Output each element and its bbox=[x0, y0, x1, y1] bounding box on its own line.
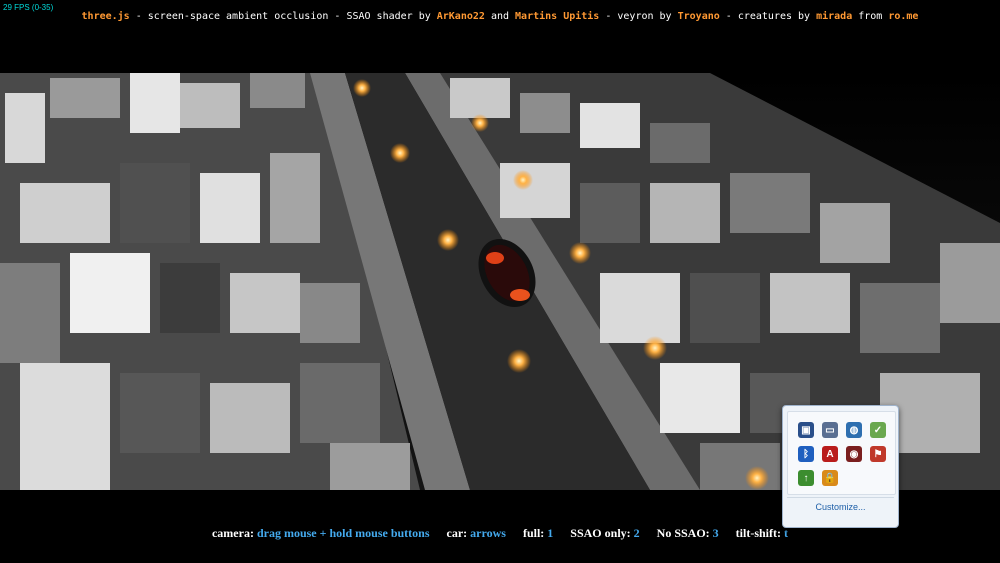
ssao-only-value: 2 bbox=[633, 526, 640, 540]
customize-link[interactable]: Customize... bbox=[783, 502, 898, 512]
camera-label: camera: bbox=[211, 526, 257, 540]
threejs-link[interactable]: three.js bbox=[82, 11, 130, 22]
flag-icon[interactable]: ⚑ bbox=[870, 446, 886, 462]
tray-icon-grid: ▣ ▭ ◍ ✓ ᛒ A ◉ ⚑ ↑ 🔒 bbox=[798, 422, 894, 486]
tilt-shift-label: tilt-shift: bbox=[735, 526, 784, 540]
martins-upitis-link[interactable]: Martins Upitis bbox=[515, 11, 599, 22]
arkano22-link[interactable]: ArKano22 bbox=[437, 11, 485, 22]
adobe-icon[interactable]: A bbox=[822, 446, 838, 462]
ssao-only-label: SSAO only: bbox=[570, 526, 634, 540]
notification-tray-popup: ▣ ▭ ◍ ✓ ᛒ A ◉ ⚑ ↑ 🔒 Customize... bbox=[782, 405, 899, 528]
credits-text-1: - screen-space ambient occlusion - SSAO … bbox=[129, 11, 437, 22]
bluetooth-icon[interactable]: ᛒ bbox=[798, 446, 814, 462]
credits-text-3: - veyron by bbox=[599, 11, 678, 22]
car-label: car: bbox=[446, 526, 471, 540]
mirada-link[interactable]: mirada bbox=[816, 11, 852, 22]
network-monitor-icon[interactable]: ▣ bbox=[798, 422, 814, 438]
rome-link[interactable]: ro.me bbox=[888, 11, 918, 22]
update-icon[interactable]: ↑ bbox=[798, 470, 814, 486]
eye-icon[interactable]: ◉ bbox=[846, 446, 862, 462]
lock-icon[interactable]: 🔒 bbox=[822, 470, 838, 486]
no-ssao-value: 3 bbox=[712, 526, 719, 540]
display-icon[interactable]: ▭ bbox=[822, 422, 838, 438]
full-label: full: bbox=[522, 526, 548, 540]
credits-text-4: - creatures by bbox=[719, 11, 817, 22]
camera-value: drag mouse + hold mouse buttons bbox=[256, 526, 430, 540]
credits-text-5: from bbox=[852, 11, 889, 22]
tray-icon-area: ▣ ▭ ◍ ✓ ᛒ A ◉ ⚑ ↑ 🔒 bbox=[787, 411, 896, 495]
credits-text-2: and bbox=[484, 11, 516, 22]
controls-help: camera: drag mouse + hold mouse buttons … bbox=[0, 526, 1000, 541]
credits-bar: three.js - screen-space ambient occlusio… bbox=[0, 11, 1000, 22]
tray-separator bbox=[787, 497, 894, 498]
no-ssao-label: No SSAO: bbox=[656, 526, 713, 540]
shield-check-icon[interactable]: ✓ bbox=[870, 422, 886, 438]
full-value: 1 bbox=[547, 526, 554, 540]
troyano-link[interactable]: Troyano bbox=[678, 11, 720, 22]
globe-icon[interactable]: ◍ bbox=[846, 422, 862, 438]
car-value: arrows bbox=[470, 526, 506, 540]
tilt-shift-value: t bbox=[784, 526, 788, 540]
